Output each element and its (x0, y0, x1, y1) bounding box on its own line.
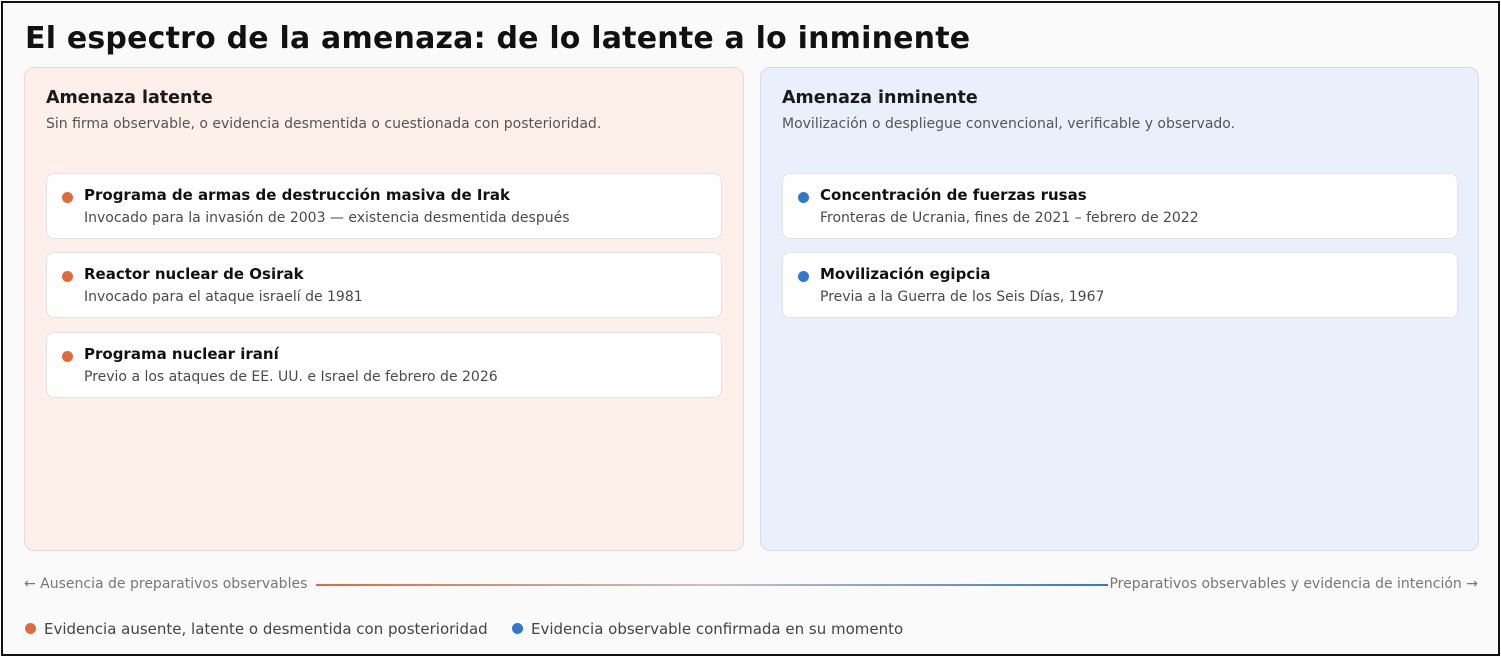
case-title: Programa de armas de destrucción masiva … (84, 186, 510, 204)
imminent-threat-panel: Amenaza inminente Movilización o desplie… (760, 67, 1479, 551)
axis-left-label: ← Ausencia de preparativos observables (24, 576, 308, 592)
diagram-frame: El espectro de la amenaza: de lo latente… (1, 1, 1500, 656)
latent-marker-icon (62, 271, 73, 282)
imminent-marker-icon (798, 192, 809, 203)
case-card: Movilización egipcia Previa a la Guerra … (782, 252, 1458, 318)
legend-imminent-label: Evidencia observable confirmada en su mo… (531, 620, 904, 638)
case-subtitle: Invocado para el ataque israelí de 1981 (84, 289, 363, 305)
legend-item-imminent: Evidencia observable confirmada en su mo… (512, 620, 903, 642)
case-title: Movilización egipcia (820, 265, 991, 283)
legend-latent-label: Evidencia ausente, latente o desmentida … (44, 620, 488, 638)
latent-panel-description: Sin firma observable, o evidencia desmen… (46, 116, 602, 132)
axis-right-label: Preparativos observables y evidencia de … (1109, 576, 1478, 592)
latent-threat-panel: Amenaza latente Sin firma observable, o … (24, 67, 744, 551)
case-card: Reactor nuclear de Osirak Invocado para … (46, 252, 722, 318)
legend-imminent-dot-icon (512, 623, 523, 634)
case-card: Programa nuclear iraní Previo a los ataq… (46, 332, 722, 398)
latent-marker-icon (62, 351, 73, 362)
legend-item-latent: Evidencia ausente, latente o desmentida … (25, 620, 488, 642)
case-subtitle: Previo a los ataques de EE. UU. e Israel… (84, 369, 498, 385)
case-card: Programa de armas de destrucción masiva … (46, 173, 722, 239)
case-card: Concentración de fuerzas rusas Fronteras… (782, 173, 1458, 239)
case-title: Programa nuclear iraní (84, 345, 279, 363)
latent-panel-heading: Amenaza latente (46, 88, 213, 108)
case-subtitle: Invocado para la invasión de 2003 — exis… (84, 210, 570, 226)
case-subtitle: Fronteras de Ucrania, fines de 2021 – fe… (820, 210, 1199, 226)
spectrum-gradient-line (316, 584, 1108, 586)
legend-latent-dot-icon (25, 623, 36, 634)
page-title: El espectro de la amenaza: de lo latente… (25, 21, 971, 56)
latent-marker-icon (62, 192, 73, 203)
case-title: Concentración de fuerzas rusas (820, 186, 1087, 204)
case-title: Reactor nuclear de Osirak (84, 265, 304, 283)
case-subtitle: Previa a la Guerra de los Seis Días, 196… (820, 289, 1105, 305)
imminent-panel-description: Movilización o despliegue convencional, … (782, 116, 1236, 132)
imminent-marker-icon (798, 271, 809, 282)
imminent-panel-heading: Amenaza inminente (782, 88, 978, 108)
